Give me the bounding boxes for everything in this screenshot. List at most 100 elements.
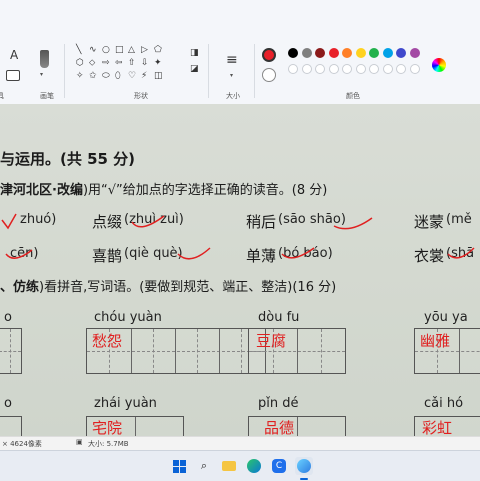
windows-start-icon[interactable] bbox=[170, 457, 188, 475]
row1-item-b-word: 点缀 bbox=[92, 213, 123, 231]
question-2-text: )看拼音,写词语。(要做到规范、端正、整洁)(16 分) bbox=[39, 280, 337, 295]
pinyin-2-2: pǐn dé bbox=[258, 396, 299, 411]
shapes-gallery[interactable]: ╲ ∿ ○ □ △ ▷ ⬠ ⬡ ⬦ ⇨ ⇦ ⇧ ⇩ ✦ ✧ ✩ ⬭ ⬯ ♡ ⚡ … bbox=[76, 46, 180, 86]
empty-color-swatch[interactable] bbox=[355, 64, 366, 74]
row1-item-a: zhuó) bbox=[20, 212, 57, 227]
lightning-shape-icon[interactable]: ⚡ bbox=[141, 72, 147, 81]
answer-word: 幽雅 bbox=[420, 332, 451, 350]
question-1: 津河北区·改编)用“√”给加点的字选择正确的读音。(8 分) bbox=[0, 179, 327, 198]
file-size-icon: ▣ bbox=[76, 438, 83, 446]
check-mark-icon bbox=[131, 215, 165, 228]
color-swatch[interactable] bbox=[396, 48, 406, 58]
color-swatch[interactable] bbox=[382, 48, 393, 58]
color-swatch[interactable] bbox=[355, 48, 366, 58]
file-explorer-icon[interactable] bbox=[220, 457, 238, 475]
empty-color-swatch[interactable] bbox=[301, 64, 312, 74]
pinyin-2-1: zhái yuàn bbox=[94, 396, 157, 411]
empty-color-swatch[interactable] bbox=[342, 64, 352, 74]
empty-color-swatch[interactable] bbox=[382, 64, 393, 74]
shape-outline-icon[interactable]: ◨ bbox=[190, 48, 199, 58]
edge-browser-icon[interactable] bbox=[245, 457, 263, 475]
divider bbox=[64, 44, 65, 98]
pinyin-1-1: chóu yuàn bbox=[94, 310, 162, 325]
empty-color-swatch[interactable] bbox=[328, 64, 339, 74]
tools-group-label: 具 bbox=[0, 92, 4, 100]
pinyin-1-0: o bbox=[4, 310, 12, 325]
clipchamp-icon[interactable]: C bbox=[270, 457, 288, 475]
rectangle-shape-icon[interactable]: □ bbox=[115, 46, 124, 55]
pentagon-shape-icon[interactable]: ⬠ bbox=[154, 46, 162, 55]
search-icon[interactable]: ⌕ bbox=[195, 457, 213, 475]
check-mark-icon bbox=[5, 249, 33, 259]
section-title: 与运用。(共 55 分) bbox=[0, 150, 136, 168]
triangle-shape-icon[interactable]: △ bbox=[128, 46, 135, 55]
secondary-color-button[interactable] bbox=[262, 68, 276, 82]
left-arrow-shape-icon[interactable]: ⇦ bbox=[115, 59, 123, 68]
image-dimensions: × 4624像素 bbox=[2, 440, 42, 448]
color-swatch[interactable] bbox=[301, 48, 312, 58]
check-mark-icon bbox=[177, 247, 211, 260]
answer-word: 宅院 bbox=[92, 419, 123, 436]
row1-item-c-word: 稍后 bbox=[246, 213, 277, 231]
question-1-text: )用“√”给加点的字选择正确的读音。(8 分) bbox=[82, 183, 328, 198]
check-mark-icon bbox=[1, 213, 17, 230]
four-point-star-shape-icon[interactable]: ✦ bbox=[154, 59, 162, 68]
pinyin-2-0: o bbox=[4, 396, 12, 411]
pinyin-2-3: cǎi hó bbox=[424, 396, 464, 411]
row1-item-d-word: 迷蒙 bbox=[414, 213, 445, 231]
answer-word: 彩虹 bbox=[422, 419, 453, 436]
color-swatch[interactable] bbox=[369, 48, 379, 58]
answer-word: 品德 bbox=[264, 419, 295, 436]
five-point-star-shape-icon[interactable]: ✧ bbox=[76, 72, 84, 81]
right-arrow-shape-icon[interactable]: ⇨ bbox=[102, 59, 110, 68]
colors-group-label: 颜色 bbox=[346, 92, 360, 100]
eraser-icon[interactable] bbox=[6, 70, 20, 81]
browser-icon[interactable] bbox=[295, 457, 313, 475]
curve-shape-icon[interactable]: ∿ bbox=[89, 46, 97, 55]
question-1-source: 津河北区·改编 bbox=[0, 183, 83, 198]
color-swatch[interactable] bbox=[342, 48, 352, 58]
rounded-callout-shape-icon[interactable]: ⬭ bbox=[102, 72, 110, 81]
answer-word: 愁怨 bbox=[92, 332, 123, 350]
primary-color-button[interactable] bbox=[262, 48, 276, 62]
right-triangle-shape-icon[interactable]: ▷ bbox=[141, 46, 148, 55]
shape-fill-icon[interactable]: ◪ bbox=[190, 64, 199, 74]
diamond-shape-icon[interactable]: ⬦ bbox=[89, 59, 95, 68]
writing-grid bbox=[0, 416, 22, 436]
six-point-star-shape-icon[interactable]: ✩ bbox=[89, 72, 97, 81]
check-mark-icon bbox=[333, 217, 373, 230]
oval-shape-icon[interactable]: ○ bbox=[102, 46, 110, 55]
brush-icon bbox=[40, 50, 49, 68]
status-bar: × 4624像素 ▣ 大小: 5.7MB bbox=[0, 436, 480, 451]
heart-shape-icon[interactable]: ♡ bbox=[128, 72, 136, 81]
color-swatch[interactable] bbox=[409, 48, 420, 58]
row2-item-c-word: 单薄 bbox=[246, 247, 277, 265]
file-size: 大小: 5.7MB bbox=[88, 440, 129, 448]
color-swatch[interactable] bbox=[315, 48, 325, 58]
divider bbox=[208, 44, 209, 98]
cloud-shape-icon[interactable]: ◫ bbox=[154, 72, 163, 81]
empty-color-swatch[interactable] bbox=[315, 64, 325, 74]
divider bbox=[254, 44, 255, 98]
text-tool-button[interactable]: A bbox=[10, 48, 18, 62]
chevron-down-icon: ▾ bbox=[40, 71, 44, 78]
up-arrow-shape-icon[interactable]: ⇧ bbox=[128, 59, 136, 68]
line-shape-icon[interactable]: ╲ bbox=[76, 46, 81, 55]
oval-callout-shape-icon[interactable]: ⬯ bbox=[115, 72, 121, 81]
color-swatch[interactable] bbox=[328, 48, 339, 58]
row2-item-d-word: 衣裳 bbox=[414, 247, 445, 265]
empty-color-swatch[interactable] bbox=[369, 64, 379, 74]
brushes-button[interactable]: ▾ bbox=[40, 50, 49, 78]
hexagon-shape-icon[interactable]: ⬡ bbox=[76, 59, 84, 68]
color-palette bbox=[288, 48, 423, 78]
edit-colors-icon[interactable] bbox=[432, 58, 446, 72]
down-arrow-shape-icon[interactable]: ⇩ bbox=[141, 59, 149, 68]
size-button[interactable]: ≡ bbox=[226, 52, 238, 68]
empty-color-swatch[interactable] bbox=[396, 64, 406, 74]
empty-color-swatch[interactable] bbox=[409, 64, 420, 74]
canvas-area[interactable]: 与运用。(共 55 分) 津河北区·改编)用“√”给加点的字选择正确的读音。(8… bbox=[0, 104, 480, 436]
empty-color-swatch[interactable] bbox=[288, 64, 298, 74]
pinyin-1-2: dòu fu bbox=[258, 310, 300, 325]
color-swatch[interactable] bbox=[288, 48, 298, 58]
paint-ribbon: A 具 ▾ 画笔 ╲ ∿ ○ □ △ ▷ ⬠ ⬡ ⬦ ⇨ ⇦ ⇧ ⇩ ✦ ✧ ✩… bbox=[0, 0, 480, 105]
